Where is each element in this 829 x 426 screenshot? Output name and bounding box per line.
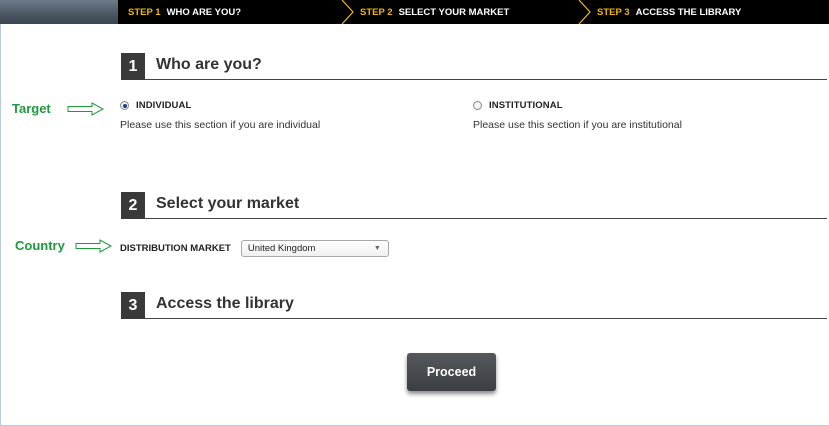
individual-radio[interactable]	[120, 101, 129, 110]
step-separator-icon	[577, 0, 593, 24]
institutional-description: Please use this section if you are insti…	[473, 119, 682, 131]
section-number-badge: 1	[121, 53, 145, 80]
step-3-label: ACCESS THE LIBRARY	[635, 6, 742, 18]
section-number-badge: 3	[121, 292, 145, 319]
section-who-are-you: 1 Who are you?	[121, 53, 827, 80]
step-1: STEP 1 WHO ARE YOU?	[128, 0, 241, 24]
section-title: Who are you?	[156, 56, 262, 73]
option-institutional[interactable]: INSTITUTIONAL Please use this section if…	[473, 100, 682, 131]
arrow-right-icon	[67, 101, 104, 116]
step-separator-icon	[340, 0, 356, 24]
steps-bar: STEP 1 WHO ARE YOU? STEP 2 SELECT YOUR M…	[0, 0, 829, 24]
step-2: STEP 2 SELECT YOUR MARKET	[360, 0, 509, 24]
institutional-radio[interactable]	[473, 101, 482, 110]
individual-description: Please use this section if you are indiv…	[120, 119, 321, 131]
section-number-badge: 2	[121, 192, 145, 219]
annotation-country: Country	[15, 238, 113, 253]
market-row: DISTRIBUTION MARKET United Kingdom ▼	[120, 240, 389, 257]
proceed-button[interactable]: Proceed	[407, 353, 496, 391]
chevron-down-icon: ▼	[373, 245, 381, 252]
option-individual[interactable]: INDIVIDUAL Please use this section if yo…	[120, 100, 320, 131]
annotation-target-label: Target	[12, 101, 51, 116]
individual-label[interactable]: INDIVIDUAL	[136, 100, 191, 111]
section-title: Select your market	[156, 195, 300, 212]
market-select[interactable]: United Kingdom ▼	[240, 240, 389, 257]
step-2-label: SELECT YOUR MARKET	[398, 6, 510, 18]
steps-bar-lead	[0, 0, 118, 24]
section-access-library: 3 Access the library	[121, 292, 827, 319]
annotation-country-label: Country	[15, 238, 65, 253]
step-3: STEP 3 ACCESS THE LIBRARY	[597, 0, 741, 24]
section-select-market: 2 Select your market	[121, 192, 827, 219]
step-3-number: STEP 3	[597, 6, 630, 18]
section-title: Access the library	[156, 295, 294, 312]
section-divider	[145, 218, 827, 219]
arrow-right-icon	[75, 238, 112, 253]
distribution-market-label: DISTRIBUTION MARKET	[120, 243, 231, 254]
annotation-target: Target	[12, 101, 105, 116]
step-1-number: STEP 1	[128, 6, 161, 18]
institutional-label[interactable]: INSTITUTIONAL	[489, 100, 563, 111]
section-divider	[145, 79, 827, 80]
market-select-value: United Kingdom	[247, 243, 316, 254]
section-divider	[145, 318, 827, 319]
step-2-number: STEP 2	[360, 6, 393, 18]
step-1-label: WHO ARE YOU?	[166, 6, 241, 18]
